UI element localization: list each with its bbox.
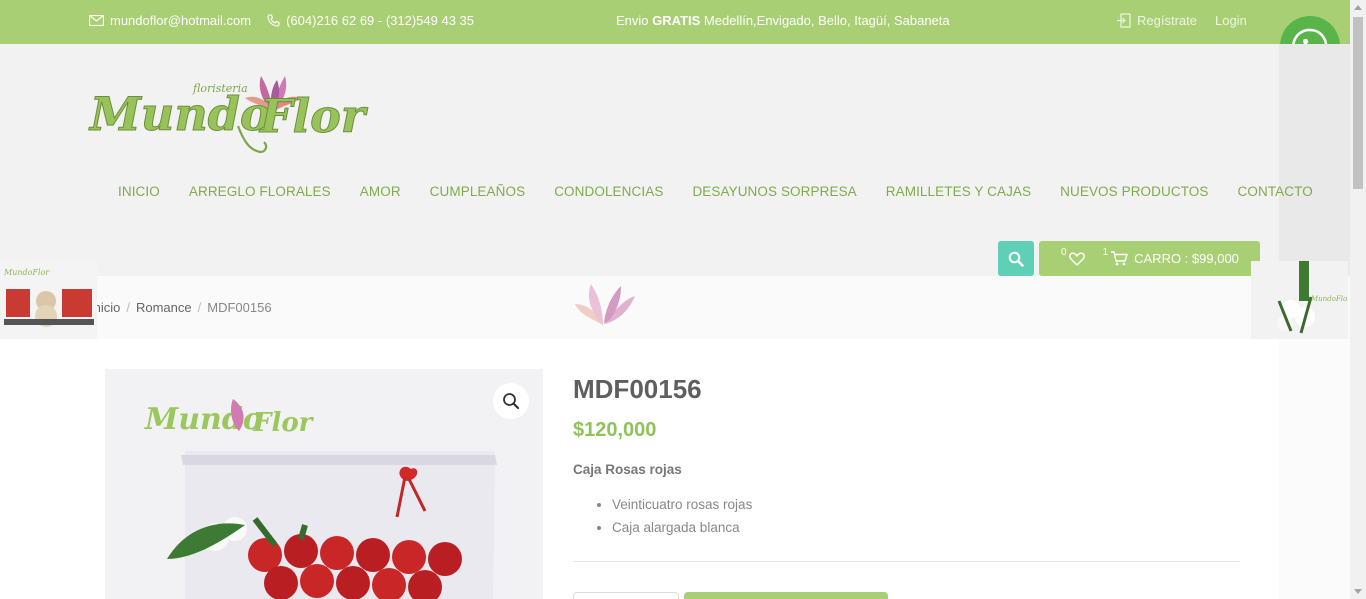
product-title: MDF00156 <box>573 374 702 404</box>
account-links: Regístrate Login <box>1116 13 1247 28</box>
nav-condolencias[interactable]: CONDOLENCIAS <box>554 184 663 199</box>
phone-text: (604)216 62 69 - (312)549 43 35 <box>286 13 475 28</box>
nav-amor[interactable]: AMOR <box>360 184 401 199</box>
divider <box>573 561 1240 562</box>
shipping-promo: Envio GRATIS Medellín,Envigado, Bello, I… <box>616 13 950 28</box>
svg-text:Mundo: Mundo <box>144 402 263 437</box>
cart-count: 1 <box>1102 247 1109 258</box>
nav-ramilletes-y-cajas[interactable]: RAMILLETES Y CAJAS <box>886 184 1031 199</box>
promo-prefix: Envio <box>616 13 653 28</box>
svg-text:MundoFlor: MundoFlor <box>3 268 50 277</box>
scroll-up-arrow[interactable] <box>1354 5 1362 10</box>
product-thumbnail-image: MundoFlor <box>0 261 97 339</box>
add-to-cart-button[interactable] <box>684 592 888 599</box>
next-product-thumbnail[interactable]: MundoFlor <box>1251 261 1348 339</box>
phone-icon <box>267 14 280 27</box>
nav-desayunos-sorpresa[interactable]: DESAYUNOS SORPRESA <box>692 184 856 199</box>
breadcrumb: Inicio / Romance / MDF00156 <box>90 300 272 315</box>
feature-item: Veinticuatro rosas rojas <box>612 497 752 512</box>
breadcrumb-current: MDF00156 <box>207 300 272 315</box>
product-image[interactable]: Mundo Flor <box>105 369 543 599</box>
zoom-button[interactable] <box>493 383 529 419</box>
phone-link[interactable]: (604)216 62 69 - (312)549 43 35 <box>267 13 474 28</box>
nav-inicio[interactable]: INICIO <box>118 184 160 199</box>
magnifier-icon <box>503 393 520 410</box>
scroll-thumb[interactable] <box>1353 17 1363 189</box>
email-text: mundoflor@hotmail.com <box>110 13 252 28</box>
register-link[interactable]: Regístrate <box>1137 13 1197 28</box>
product-price: $120,000 <box>573 419 657 441</box>
promo-rest: Medellín,Envigado, Bello, Itagüí, Sabane… <box>700 13 950 28</box>
lotus-icon <box>575 284 635 326</box>
nav-arreglo-florales[interactable]: ARREGLO FLORALES <box>189 184 331 199</box>
svg-text:Flor: Flor <box>252 408 315 438</box>
email-link[interactable]: mundoflor@hotmail.com <box>89 13 251 28</box>
heart-icon[interactable] <box>1068 251 1085 266</box>
prev-product-thumbnail[interactable]: MundoFlor <box>0 261 97 339</box>
search-icon <box>1008 251 1024 267</box>
breadcrumb-bar: Inicio / Romance / MDF00156 <box>0 276 1350 339</box>
login-link[interactable]: Login <box>1215 13 1247 28</box>
header-side-panel <box>1279 44 1350 276</box>
product-thumbnail-image: MundoFlor <box>1251 261 1348 339</box>
wishlist-count: 0 <box>1061 247 1067 258</box>
cart-label: CARRO : $99,000 <box>1134 251 1239 266</box>
breadcrumb-separator: / <box>126 300 130 315</box>
product-description-title: Caja Rosas rojas <box>573 462 682 477</box>
top-bar: mundoflor@hotmail.com (604)216 62 69 - (… <box>0 0 1350 44</box>
decorative-flower <box>573 274 639 335</box>
feature-item: Caja alargada blanca <box>612 520 752 535</box>
side-panel <box>1279 339 1350 599</box>
product-photo: Mundo Flor <box>105 369 543 599</box>
cart-icon <box>1111 251 1129 266</box>
mundo-flor-logo-icon: floristeria Mundo Flor <box>88 76 369 154</box>
product-features: Veinticuatro rosas rojas Caja alargada b… <box>612 497 752 543</box>
scroll-down-arrow[interactable] <box>1354 589 1362 594</box>
mail-icon <box>89 15 104 26</box>
search-button[interactable] <box>998 241 1034 276</box>
site-logo[interactable]: floristeria Mundo Flor <box>88 66 400 158</box>
svg-text:MundoFlor: MundoFlor <box>1310 295 1348 303</box>
nav-nuevos-productos[interactable]: NUEVOS PRODUCTOS <box>1060 184 1208 199</box>
breadcrumb-category[interactable]: Romance <box>136 300 192 315</box>
main-nav: INICIO ARREGLO FLORALES AMOR CUMPLEAÑOS … <box>118 184 1313 199</box>
breadcrumb-separator: / <box>197 300 202 315</box>
svg-text:Flor: Flor <box>258 89 369 143</box>
quantity-input[interactable] <box>573 592 679 599</box>
contact-info: mundoflor@hotmail.com (604)216 62 69 - (… <box>89 13 474 28</box>
svg-text:Mundo: Mundo <box>88 87 271 141</box>
promo-bold: GRATIS <box>652 13 701 28</box>
nav-cumpleanos[interactable]: CUMPLEAÑOS <box>430 184 526 199</box>
login-icon <box>1117 13 1131 28</box>
nav-contacto[interactable]: CONTACTO <box>1238 184 1313 199</box>
cart-button[interactable]: 0 1 CARRO : $99,000 <box>1039 241 1260 276</box>
page-scrollbar[interactable] <box>1350 0 1366 599</box>
